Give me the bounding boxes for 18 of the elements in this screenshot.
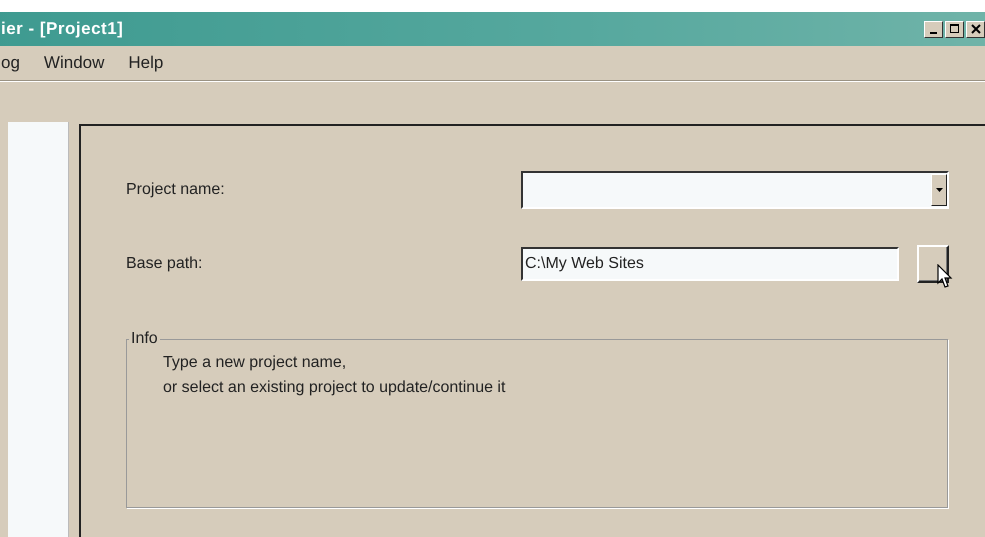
maximize-icon: [950, 24, 960, 34]
menu-item[interactable]: Window: [44, 53, 104, 73]
maximize-button[interactable]: [945, 20, 964, 38]
field-label: Project name:: [126, 181, 226, 199]
close-icon: [970, 24, 980, 34]
minimize-icon: [930, 32, 937, 34]
project-name-dropdown[interactable]: [521, 171, 949, 209]
field-label: Base path:: [126, 255, 204, 273]
menu-item[interactable]: og: [1, 53, 20, 73]
info-text: or select an existing project to update/continue it: [163, 378, 506, 398]
close-button[interactable]: [966, 20, 985, 38]
info-text: Type a new project name,: [163, 353, 348, 373]
minimize-button[interactable]: [924, 20, 943, 38]
mouse-cursor-icon: [937, 264, 953, 290]
group-title: Info: [130, 330, 159, 348]
base-path-field[interactable]: C:\My Web Sites: [521, 247, 899, 281]
window-title: ier - [Project1]: [0, 19, 124, 39]
menu-item[interactable]: Help: [128, 53, 164, 73]
